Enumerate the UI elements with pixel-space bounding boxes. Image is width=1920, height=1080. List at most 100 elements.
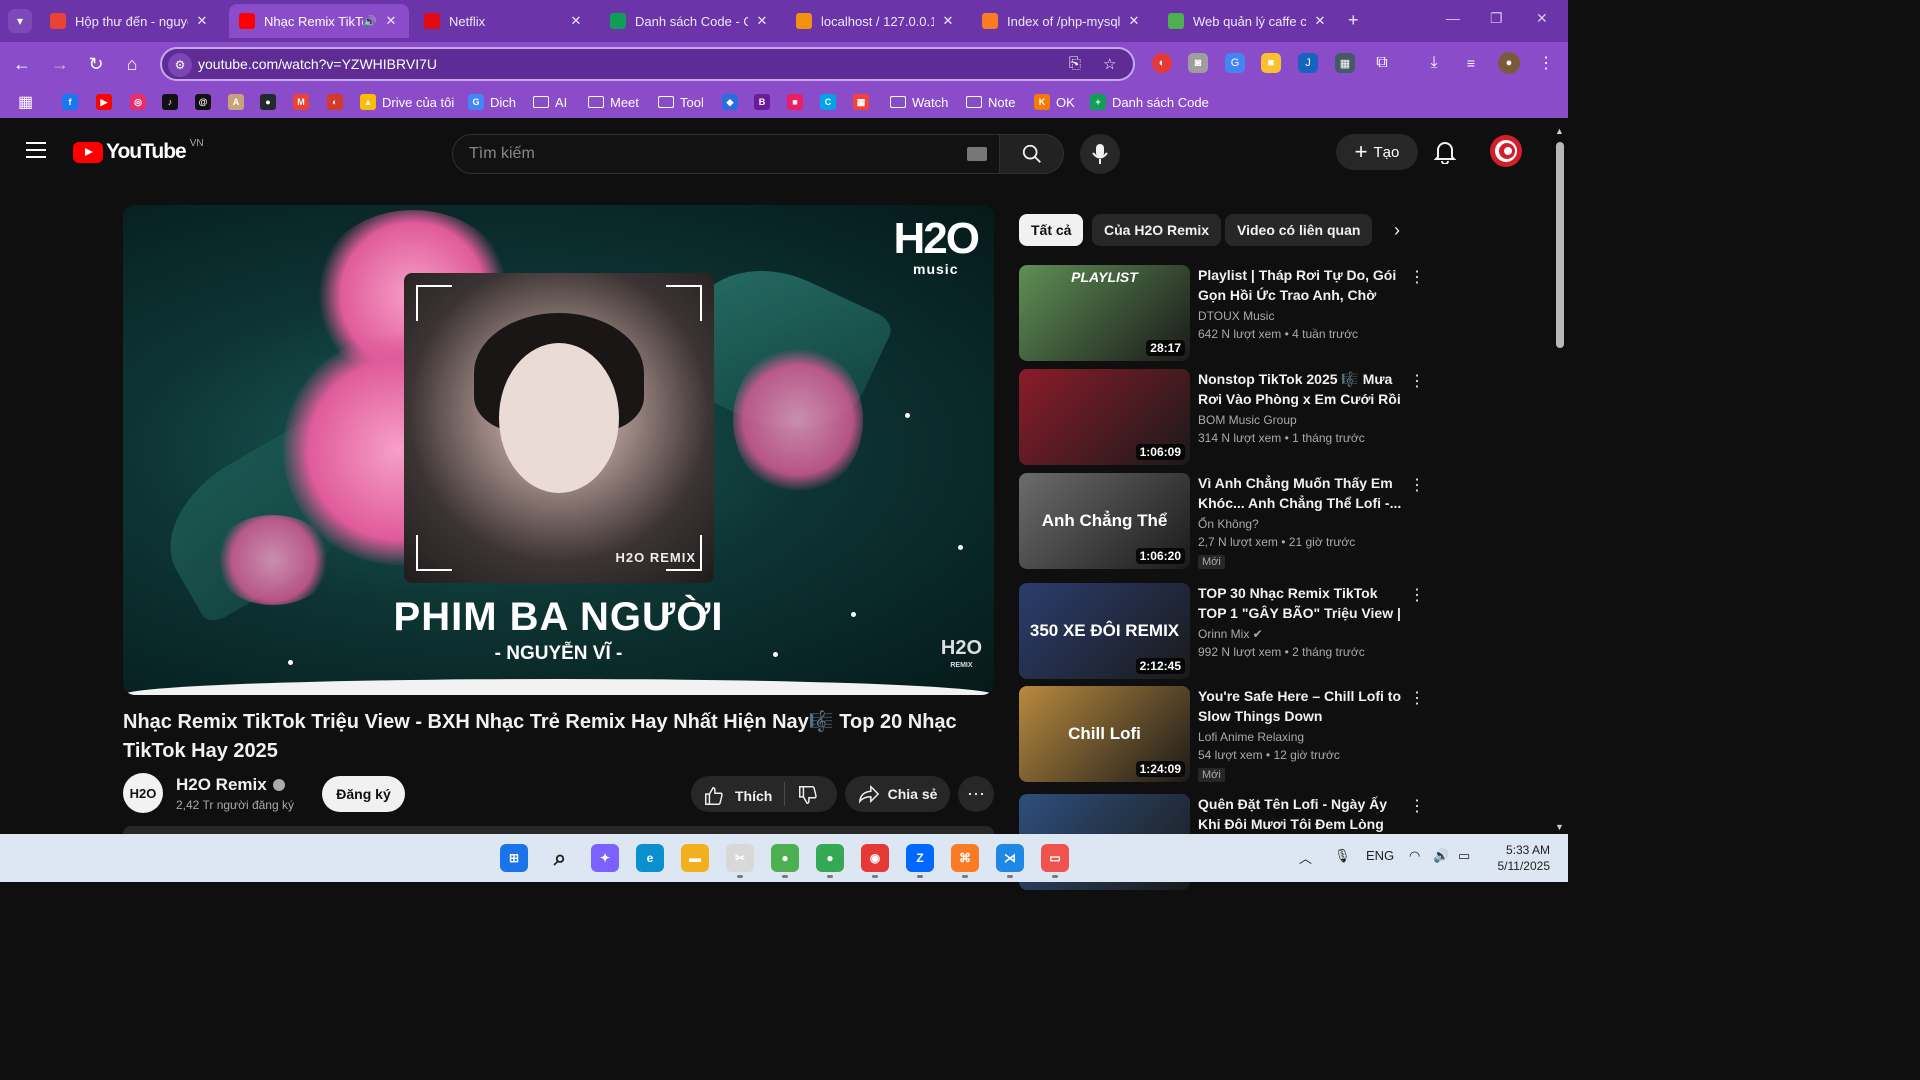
restore-icon[interactable]: ❐ xyxy=(1490,10,1503,27)
url-text[interactable]: youtube.com/watch?v=YZWHIBRVI7U xyxy=(198,56,437,72)
extension-j-icon[interactable]: J xyxy=(1298,53,1318,73)
back-arrow-icon[interactable]: ← xyxy=(10,52,34,76)
download-icon[interactable]: ⤓ xyxy=(1424,53,1444,73)
bookmark-folder[interactable]: Note xyxy=(966,93,1015,111)
more-actions-button[interactable]: ⋯ xyxy=(958,776,994,812)
video-thumbnail[interactable]: Chill Lofi 1:24:09 xyxy=(1019,686,1190,782)
bookmark-item[interactable]: G Dich xyxy=(468,93,516,111)
more-vertical-icon[interactable]: ⋮ xyxy=(1409,475,1425,495)
more-vertical-icon[interactable]: ⋮ xyxy=(1409,585,1425,605)
filter-chip[interactable]: Video có liên quan xyxy=(1225,214,1373,246)
menu-kebab-icon[interactable]: ⋮ xyxy=(1536,53,1556,73)
new-tab-plus-icon[interactable]: + xyxy=(1348,10,1359,31)
vscode-icon[interactable]: ⋊ xyxy=(996,844,1024,872)
video-title[interactable]: Nonstop TikTok 2025 🎼 Mưa Rơi Vào Phòng … xyxy=(1198,369,1408,409)
tab-close-icon[interactable]: ✕ xyxy=(1312,13,1328,29)
profile-avatar-icon[interactable]: ● xyxy=(1498,52,1520,74)
bookmark-item[interactable]: ■ xyxy=(787,93,809,111)
browser-tab[interactable]: Danh sách Code - Go ✕ xyxy=(600,4,780,38)
volume-icon[interactable]: 🔊 xyxy=(1433,848,1449,864)
tab-search-chevron-icon[interactable]: ▾ xyxy=(8,9,32,33)
zalo-icon[interactable]: Z xyxy=(906,844,934,872)
subscribe-button[interactable]: Đăng ký xyxy=(322,776,405,812)
home-icon[interactable]: ⌂ xyxy=(120,52,144,76)
bookmark-item[interactable]: C xyxy=(820,93,842,111)
bookmark-item[interactable]: f xyxy=(62,93,84,111)
page-scrollbar[interactable]: ▲ ▼ xyxy=(1552,124,1568,834)
browser-tab[interactable]: Netflix ✕ xyxy=(414,4,594,38)
tab-close-icon[interactable]: ✕ xyxy=(754,13,770,29)
channel-name[interactable]: H2O Remix xyxy=(176,775,285,795)
recommended-video[interactable]: 1:06:09 Nonstop TikTok 2025 🎼 Mưa Rơi Vào… xyxy=(1019,369,1429,469)
video-title[interactable]: Vì Anh Chẳng Muốn Thấy Em Khóc... Anh Ch… xyxy=(1198,473,1408,513)
video-channel-name[interactable]: BOM Music Group xyxy=(1198,413,1297,427)
windows-start-icon[interactable]: ⊞ xyxy=(500,844,528,872)
bookmark-item[interactable]: B xyxy=(754,93,776,111)
browser-tab[interactable]: Hộp thư đến - nguyễ ✕ xyxy=(40,4,220,38)
account-avatar[interactable] xyxy=(1490,135,1522,167)
recommended-video[interactable]: 350 XE ĐÔI REMIX 2:12:45 TOP 30 Nhạc Remix… xyxy=(1019,583,1429,683)
recommended-video[interactable]: Chill Lofi 1:24:09 You're Safe Here – Chil… xyxy=(1019,686,1429,786)
recommended-video[interactable]: Anh Chẳng Thể 1:06:20 Vì Anh Chẳng Muốn Th… xyxy=(1019,473,1429,573)
channel-name-text[interactable]: H2O Remix xyxy=(176,775,267,794)
bookmark-item[interactable]: @ xyxy=(195,93,217,111)
chrome-icon[interactable]: ● xyxy=(816,844,844,872)
bookmark-item[interactable]: A xyxy=(228,93,250,111)
bookmark-item[interactable]: ▲ Drive của tôi xyxy=(360,93,454,111)
extensions-puzzle-icon[interactable]: ⧉ xyxy=(1372,53,1392,73)
forward-arrow-icon[interactable]: → xyxy=(48,52,72,76)
description-box[interactable] xyxy=(123,826,994,834)
more-vertical-icon[interactable]: ⋮ xyxy=(1409,796,1425,816)
more-vertical-icon[interactable]: ⋮ xyxy=(1409,371,1425,391)
scrollbar-thumb[interactable] xyxy=(1556,142,1564,348)
media-control-icon[interactable]: ≡ xyxy=(1461,53,1481,73)
browser-tab[interactable]: Index of /php-mysql ✕ xyxy=(972,4,1152,38)
xampp-icon[interactable]: ⌘ xyxy=(951,844,979,872)
extension-note-icon[interactable]: ■ xyxy=(1261,53,1281,73)
site-info-icon[interactable]: ⚙ xyxy=(168,53,192,77)
snipping-icon[interactable]: ✂ xyxy=(726,844,754,872)
bookmark-item[interactable]: ▦ xyxy=(853,93,875,111)
bookmark-item[interactable]: K OK xyxy=(1034,93,1075,111)
video-channel-name[interactable]: Orinn Mix xyxy=(1198,627,1249,641)
bookmark-folder[interactable]: Tool xyxy=(658,93,704,111)
bookmark-folder[interactable]: Meet xyxy=(588,93,639,111)
app-red-icon[interactable]: ◉ xyxy=(861,844,889,872)
bookmark-item[interactable]: M xyxy=(293,93,315,111)
video-channel-name[interactable]: Lofi Anime Relaxing xyxy=(1198,730,1304,744)
bookmark-item[interactable]: ▶ xyxy=(96,93,118,111)
tab-close-icon[interactable]: ✕ xyxy=(383,13,399,29)
install-app-icon[interactable]: ⎘ xyxy=(1069,55,1081,72)
tab-close-icon[interactable]: ✕ xyxy=(1126,13,1142,29)
youtube-logo[interactable]: YouTube VN xyxy=(73,138,204,164)
video-thumbnail[interactable]: PLAYLIST 28:17 xyxy=(1019,265,1190,361)
bookmark-star-icon[interactable]: ☆ xyxy=(1103,55,1116,73)
reload-icon[interactable]: ↻ xyxy=(84,52,108,76)
video-title[interactable]: Playlist | Tháp Rơi Tự Do, Gói Gọn Hồi Ứ… xyxy=(1198,265,1408,305)
tab-audio-icon[interactable]: 🔊 xyxy=(363,15,377,28)
video-channel[interactable]: Lofi Anime Relaxing xyxy=(1198,730,1304,744)
microphone-tray-icon[interactable]: 🎙 xyxy=(1334,848,1351,864)
filter-chip[interactable]: Tất cả xyxy=(1019,214,1084,246)
browser-tab[interactable]: localhost / 127.0.0.1 / ✕ xyxy=(786,4,966,38)
app-orange-icon[interactable]: ▭ xyxy=(1041,844,1069,872)
minimize-icon[interactable]: — xyxy=(1446,10,1460,26)
voice-search-button[interactable] xyxy=(1080,134,1120,174)
video-title[interactable]: Quên Đặt Tên Lofi - Ngày Ấy Khi Đôi Mươi… xyxy=(1198,794,1408,834)
bookmark-item[interactable]: ♪ xyxy=(162,93,184,111)
browser-tab[interactable]: Nhạc Remix TikTo 🔊 ✕ xyxy=(229,4,409,38)
address-bar[interactable]: ⚙ youtube.com/watch?v=YZWHIBRVI7U ⎘ ☆ xyxy=(160,47,1135,81)
bookmark-folder[interactable]: AI xyxy=(533,93,567,111)
extension-qr-icon[interactable]: ▦ xyxy=(1335,53,1355,73)
video-channel[interactable]: Orinn Mix ✔ xyxy=(1198,627,1263,641)
bookmark-item[interactable]: ◐ xyxy=(327,93,349,111)
keyboard-icon[interactable] xyxy=(967,147,987,161)
file-explorer-icon[interactable]: ▬ xyxy=(681,844,709,872)
search-icon[interactable]: ⌕ xyxy=(546,844,574,872)
more-vertical-icon[interactable]: ⋮ xyxy=(1409,688,1425,708)
chevron-right-icon[interactable]: › xyxy=(1394,220,1400,241)
battery-icon[interactable]: ▭ xyxy=(1458,848,1470,864)
browser-tab[interactable]: Web quản lý caffe ca ✕ xyxy=(1158,4,1338,38)
video-channel[interactable]: BOM Music Group xyxy=(1198,413,1297,427)
bookmark-item[interactable]: ● xyxy=(260,93,282,111)
